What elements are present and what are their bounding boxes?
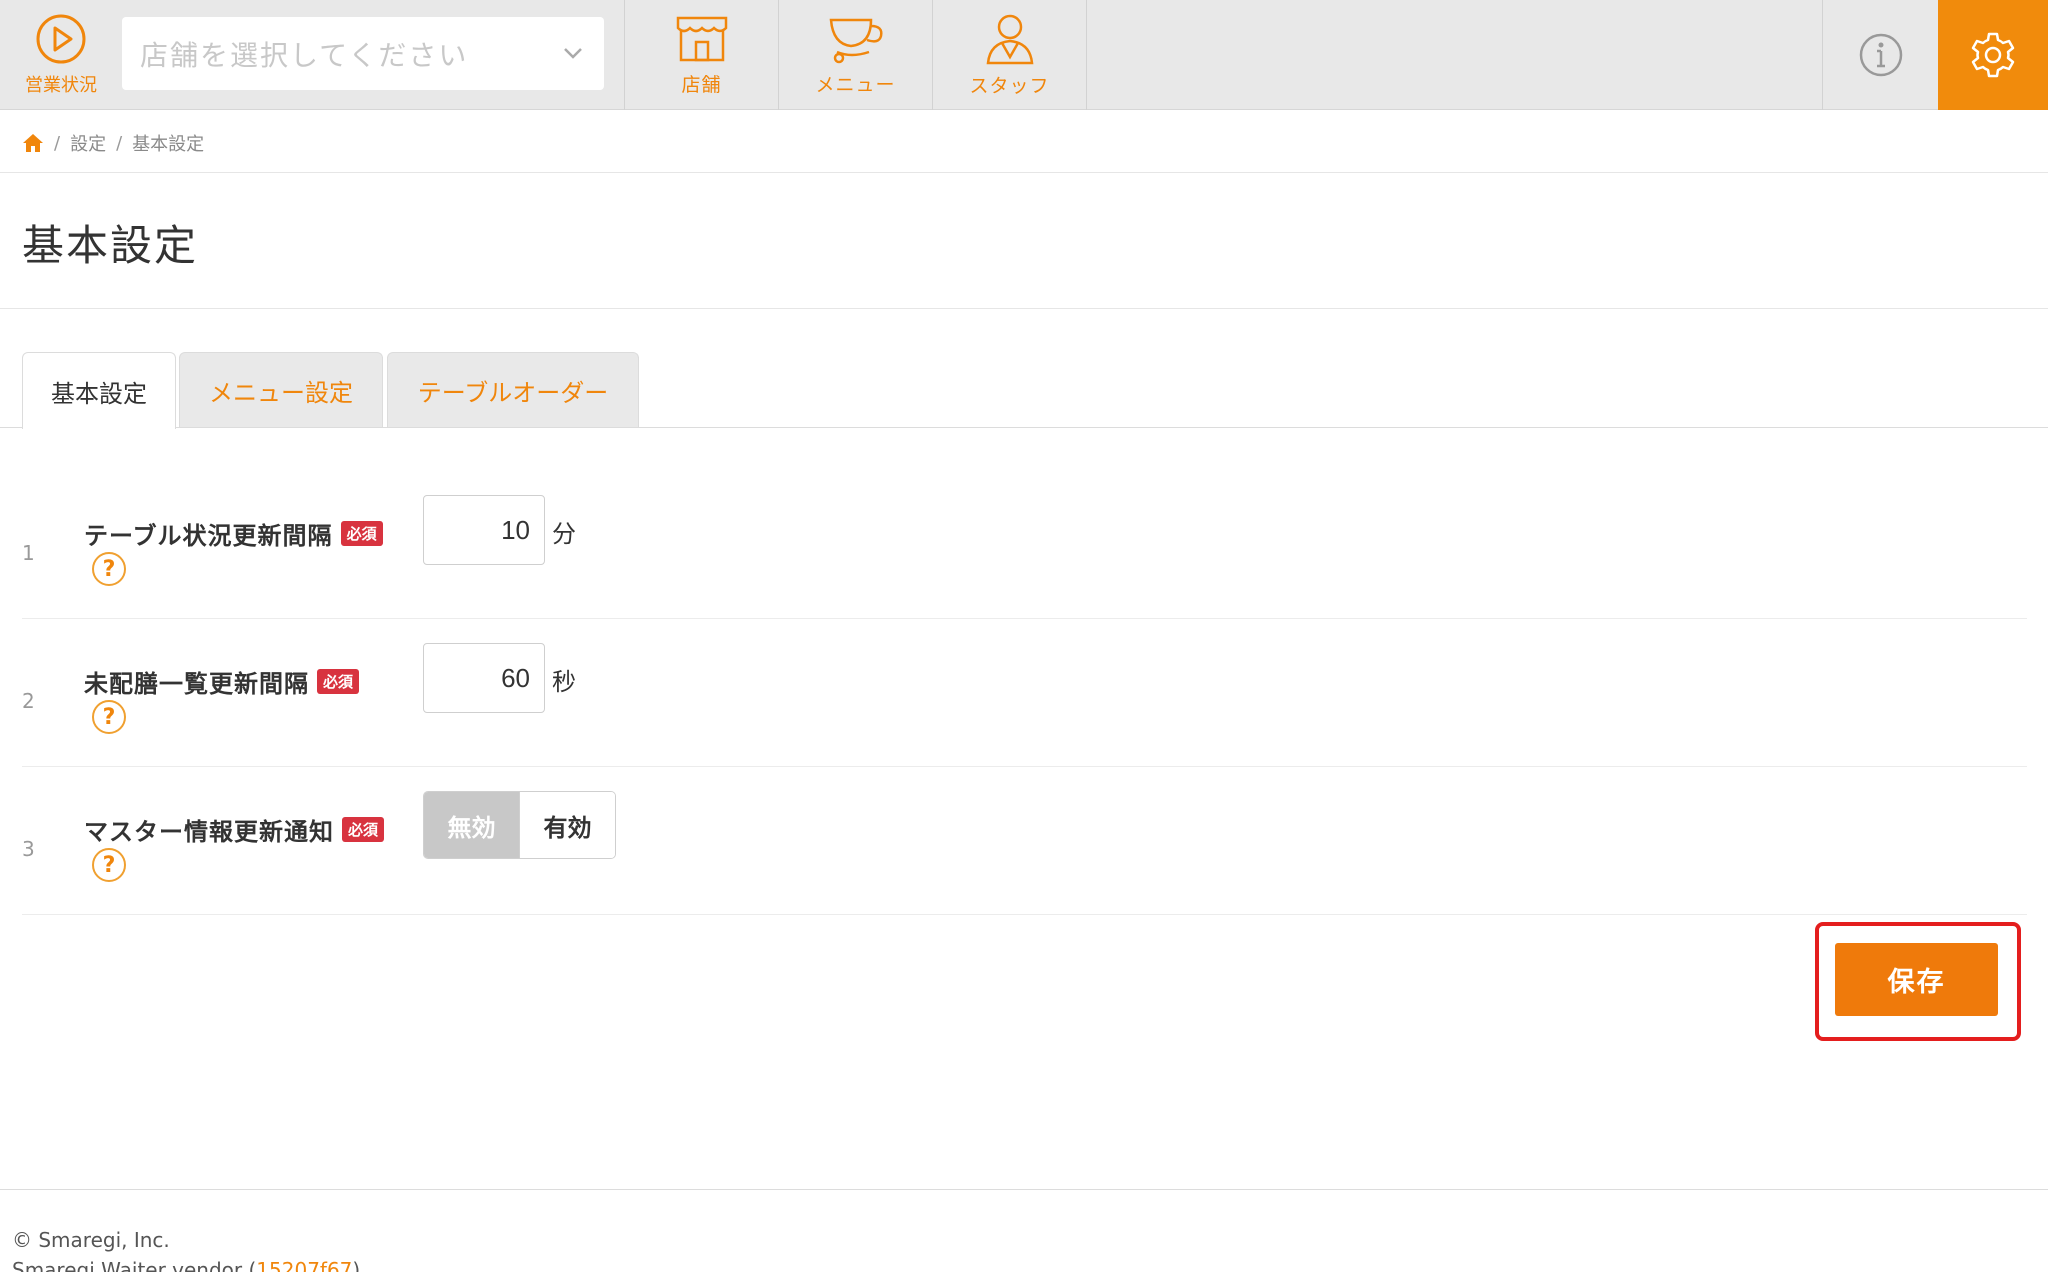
help-icon[interactable]: ? [92, 552, 126, 586]
store-icon [676, 16, 727, 61]
row-divider [22, 766, 2027, 767]
toggle-option-disabled[interactable]: 無効 [424, 792, 519, 858]
info-button[interactable] [1822, 0, 1938, 110]
tab-menu-settings[interactable]: メニュー設定 [179, 352, 383, 427]
nav-staff[interactable]: スタッフ [932, 0, 1086, 110]
required-badge: 必須 [342, 817, 385, 842]
field-label: マスター情報更新通知 [84, 818, 334, 846]
page-title: 基本設定 [22, 221, 199, 270]
required-badge: 必須 [317, 669, 360, 694]
cup-icon [829, 18, 883, 63]
version-text: Smaregi Waiter vendor (15207f67) [12, 1258, 360, 1272]
nav-store-label: 店舗 [681, 73, 722, 96]
store-select[interactable]: 店舗を選択してください [122, 17, 604, 90]
help-icon[interactable]: ? [92, 700, 126, 734]
store-select-placeholder: 店舗を選択してください [140, 38, 469, 72]
master-update-notice-label: マスター情報更新通知 必須 [84, 812, 385, 847]
row-number: 1 [22, 541, 35, 565]
row-divider [22, 618, 2027, 619]
staff-icon [986, 14, 1033, 64]
toggle-option-enabled[interactable]: 有効 [519, 792, 615, 858]
breadcrumb: / 設定 / 基本設定 [22, 128, 204, 158]
row-divider [22, 914, 2027, 915]
master-update-notice-toggle[interactable]: 無効 有効 [423, 791, 616, 859]
row-number: 3 [22, 837, 35, 861]
tab-table-order[interactable]: テーブルオーダー [387, 352, 639, 427]
business-status-label: 営業状況 [25, 75, 97, 96]
nav-menu-label: メニュー [815, 73, 896, 96]
settings-button[interactable] [1938, 0, 2048, 110]
version-link[interactable]: 15207f67 [256, 1258, 352, 1272]
tab-underline [0, 427, 2048, 428]
required-badge: 必須 [340, 521, 383, 546]
undelivered-list-interval-label: 未配膳一覧更新間隔 必須 [84, 664, 360, 699]
tab-basic-settings[interactable]: 基本設定 [22, 352, 176, 429]
help-icon[interactable]: ? [92, 848, 126, 882]
undelivered-list-interval-input[interactable] [423, 643, 545, 713]
highlight-box [1815, 922, 2021, 1041]
row-number: 2 [22, 689, 35, 713]
unit-label: 秒 [552, 668, 576, 696]
divider [0, 308, 2048, 309]
field-label: テーブル状況更新間隔 [84, 522, 333, 550]
play-circle-icon [36, 14, 86, 64]
divider [0, 172, 2048, 173]
gear-icon [1971, 32, 2015, 78]
nav-divider [1086, 0, 1087, 110]
table-status-interval-input[interactable] [423, 495, 545, 565]
table-status-interval-label: テーブル状況更新間隔 必須 [84, 516, 383, 551]
nav-menu[interactable]: メニュー [778, 0, 932, 110]
breadcrumb-item-basic-settings: 基本設定 [132, 134, 205, 155]
nav-store[interactable]: 店舗 [624, 0, 778, 110]
nav-staff-label: スタッフ [969, 74, 1050, 97]
field-label: 未配膳一覧更新間隔 [84, 670, 309, 698]
info-icon [1859, 33, 1902, 77]
home-icon[interactable] [22, 133, 44, 153]
top-bar: 営業状況 店舗を選択してください 店舗 メニュー スタッフ [0, 0, 2048, 110]
unit-label: 分 [552, 520, 576, 548]
chevron-down-icon [564, 48, 582, 59]
breadcrumb-item-settings[interactable]: 設定 [70, 130, 106, 156]
business-status-button[interactable]: 営業状況 [0, 0, 122, 110]
copyright-text: © Smaregi, Inc. [12, 1228, 170, 1252]
footer-divider [0, 1189, 2048, 1190]
